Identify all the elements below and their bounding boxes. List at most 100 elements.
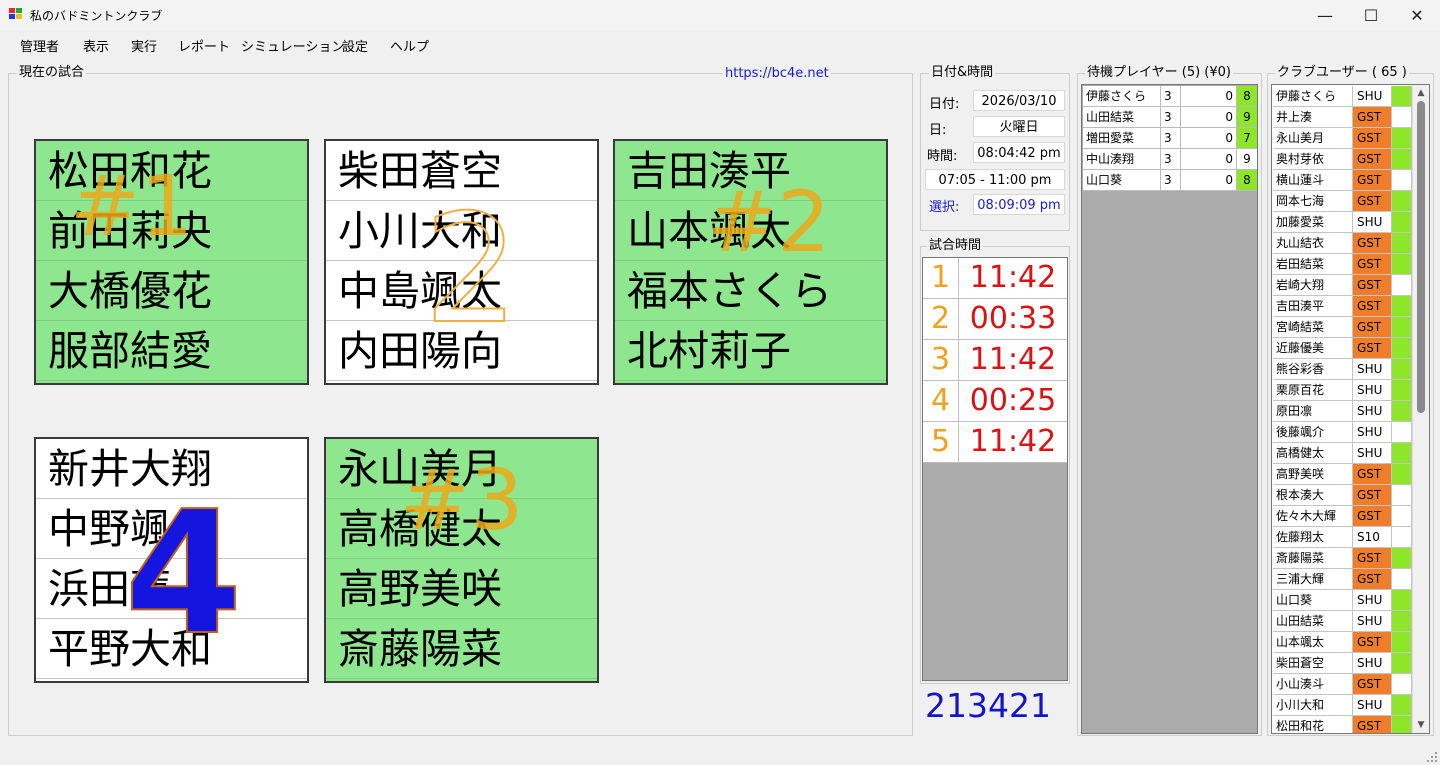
- court-player[interactable]: 服部結愛: [36, 321, 307, 381]
- club-user-name: 小川大和: [1273, 695, 1353, 715]
- club-user-row[interactable]: 熊谷彩香 SHU: [1273, 359, 1412, 380]
- club-user-row[interactable]: 佐藤翔太 S10: [1273, 527, 1412, 548]
- club-user-status: [1392, 716, 1412, 733]
- court-player[interactable]: 福本さくら: [615, 261, 886, 321]
- timer-row[interactable]: 2 00:33: [923, 299, 1067, 340]
- court-5[interactable]: 永山美月 高橋健太 高野美咲 斎藤陽菜 #3: [324, 437, 599, 683]
- court-player[interactable]: 高野美咲: [326, 559, 597, 619]
- menu-view[interactable]: 表示: [83, 36, 109, 55]
- scroll-thumb[interactable]: [1417, 101, 1425, 413]
- maximize-button[interactable]: ☐: [1348, 0, 1394, 30]
- close-button[interactable]: ✕: [1394, 0, 1440, 30]
- club-user-row[interactable]: 高野美咲 GST: [1273, 464, 1412, 485]
- club-user-row[interactable]: 原田凛 SHU: [1273, 401, 1412, 422]
- club-user-type: SHU: [1353, 422, 1392, 442]
- court-player[interactable]: 松田和花: [36, 141, 307, 201]
- menu-simulation[interactable]: シミュレーション: [241, 36, 344, 55]
- club-user-row[interactable]: 岩崎大翔 GST: [1273, 275, 1412, 296]
- menu-settings[interactable]: 設定: [342, 36, 368, 55]
- waiting-player-row[interactable]: 中山湊翔 3 0 9: [1083, 149, 1257, 170]
- court-player[interactable]: 吉田湊平: [615, 141, 886, 201]
- minimize-button[interactable]: —: [1302, 0, 1348, 30]
- club-user-row[interactable]: 吉田湊平 GST: [1273, 296, 1412, 317]
- match-timer-list: 1 11:42 2 00:33 3 11:42 4 00:25 5 11:42: [922, 257, 1068, 681]
- club-user-name: 佐々木大輝: [1273, 506, 1353, 526]
- website-link[interactable]: https://bc4e.net: [723, 66, 831, 81]
- waiting-player-games: 3: [1161, 107, 1181, 127]
- court-player[interactable]: 柴田蒼空: [326, 141, 597, 201]
- club-user-status: [1392, 674, 1412, 694]
- timer-row[interactable]: 4 00:25: [923, 381, 1067, 422]
- menu-report[interactable]: レポート: [178, 36, 230, 55]
- club-user-name: 丸山結衣: [1273, 233, 1353, 253]
- timer-value: 11:42: [969, 342, 1057, 377]
- club-user-row[interactable]: 横山蓮斗 GST: [1273, 170, 1412, 191]
- timer-row[interactable]: 3 11:42: [923, 340, 1067, 381]
- waiting-player-row[interactable]: 増田愛菜 3 0 7: [1083, 128, 1257, 149]
- club-user-name: 山田結菜: [1273, 611, 1353, 631]
- club-user-row[interactable]: 高橋健太 SHU: [1273, 443, 1412, 464]
- club-user-type: GST: [1353, 716, 1392, 733]
- court-player[interactable]: 中島颯太: [326, 261, 597, 321]
- court-player[interactable]: 中野颯人: [36, 499, 307, 559]
- club-user-row[interactable]: 栗原百花 SHU: [1273, 380, 1412, 401]
- court-player[interactable]: 北村莉子: [615, 321, 886, 381]
- court-player[interactable]: 平野大和: [36, 619, 307, 679]
- club-user-name: 岩崎大翔: [1273, 275, 1353, 295]
- club-user-row[interactable]: 山口葵 SHU: [1273, 590, 1412, 611]
- menu-help[interactable]: ヘルプ: [390, 36, 429, 55]
- club-user-row[interactable]: 岡本七海 GST: [1273, 191, 1412, 212]
- club-user-row[interactable]: 小山湊斗 GST: [1273, 674, 1412, 695]
- club-user-row[interactable]: 山本颯太 GST: [1273, 632, 1412, 653]
- timer-row[interactable]: 5 11:42: [923, 422, 1067, 463]
- court-3[interactable]: 吉田湊平 山本颯太 福本さくら 北村莉子 #2: [613, 139, 888, 385]
- club-user-status: [1392, 275, 1412, 295]
- waiting-player-name: 山口葵: [1083, 170, 1161, 190]
- club-user-row[interactable]: 丸山結衣 GST: [1273, 233, 1412, 254]
- club-user-row[interactable]: 岩田結菜 GST: [1273, 254, 1412, 275]
- court-4[interactable]: 新井大翔 中野颯人 浜田蓮 平野大和 4: [34, 437, 309, 683]
- club-user-row[interactable]: 斎藤陽菜 GST: [1273, 548, 1412, 569]
- court-player[interactable]: 新井大翔: [36, 439, 307, 499]
- club-user-row[interactable]: 宮崎結菜 GST: [1273, 317, 1412, 338]
- club-user-row[interactable]: 加藤愛菜 SHU: [1273, 212, 1412, 233]
- date-field: 2026/03/10: [973, 90, 1065, 111]
- court-player[interactable]: 前田莉央: [36, 201, 307, 261]
- menu-run[interactable]: 実行: [131, 36, 157, 55]
- timer-value: 00:33: [969, 301, 1057, 336]
- court-player[interactable]: 斎藤陽菜: [326, 619, 597, 679]
- scroll-down-icon[interactable]: ▼: [1413, 717, 1429, 733]
- club-user-row[interactable]: 松田和花 GST: [1273, 716, 1412, 733]
- waiting-player-row[interactable]: 山口葵 3 0 8: [1083, 170, 1257, 191]
- club-user-row[interactable]: 近藤優美 GST: [1273, 338, 1412, 359]
- club-user-row[interactable]: 三浦大輝 GST: [1273, 569, 1412, 590]
- club-user-row[interactable]: 佐々木大輝 GST: [1273, 506, 1412, 527]
- court-2[interactable]: 柴田蒼空 小川大和 中島颯太 内田陽向 2: [324, 139, 599, 385]
- court-1[interactable]: 松田和花 前田莉央 大橋優花 服部結愛 #1: [34, 139, 309, 385]
- court-player[interactable]: 高橋健太: [326, 499, 597, 559]
- club-user-row[interactable]: 柴田蒼空 SHU: [1273, 653, 1412, 674]
- club-user-name: 小山湊斗: [1273, 674, 1353, 694]
- scroll-up-icon[interactable]: ▲: [1413, 85, 1429, 101]
- club-user-row[interactable]: 奥村芽依 GST: [1273, 149, 1412, 170]
- waiting-player-row[interactable]: 伊藤さくら 3 0 8: [1083, 86, 1257, 107]
- waiting-player-row[interactable]: 山田結菜 3 0 9: [1083, 107, 1257, 128]
- court-player[interactable]: 大橋優花: [36, 261, 307, 321]
- court-player[interactable]: 浜田蓮: [36, 559, 307, 619]
- court-player[interactable]: 小川大和: [326, 201, 597, 261]
- timer-row[interactable]: 1 11:42: [923, 258, 1067, 299]
- club-user-row[interactable]: 伊藤さくら SHU: [1273, 86, 1412, 107]
- club-user-row[interactable]: 井上湊 GST: [1273, 107, 1412, 128]
- club-user-row[interactable]: 永山美月 GST: [1273, 128, 1412, 149]
- club-user-row[interactable]: 根本湊大 GST: [1273, 485, 1412, 506]
- court-player[interactable]: 永山美月: [326, 439, 597, 499]
- club-user-row[interactable]: 後藤颯介 SHU: [1273, 422, 1412, 443]
- court-player[interactable]: 内田陽向: [326, 321, 597, 381]
- day-field: 火曜日: [973, 116, 1065, 137]
- resize-grip-icon[interactable]: [1427, 752, 1437, 762]
- club-user-row[interactable]: 小川大和 SHU: [1273, 695, 1412, 716]
- court-player[interactable]: 山本颯太: [615, 201, 886, 261]
- club-user-row[interactable]: 山田結菜 SHU: [1273, 611, 1412, 632]
- menu-admin[interactable]: 管理者: [20, 36, 59, 55]
- club-users-scrollbar[interactable]: ▲ ▼: [1412, 85, 1429, 733]
